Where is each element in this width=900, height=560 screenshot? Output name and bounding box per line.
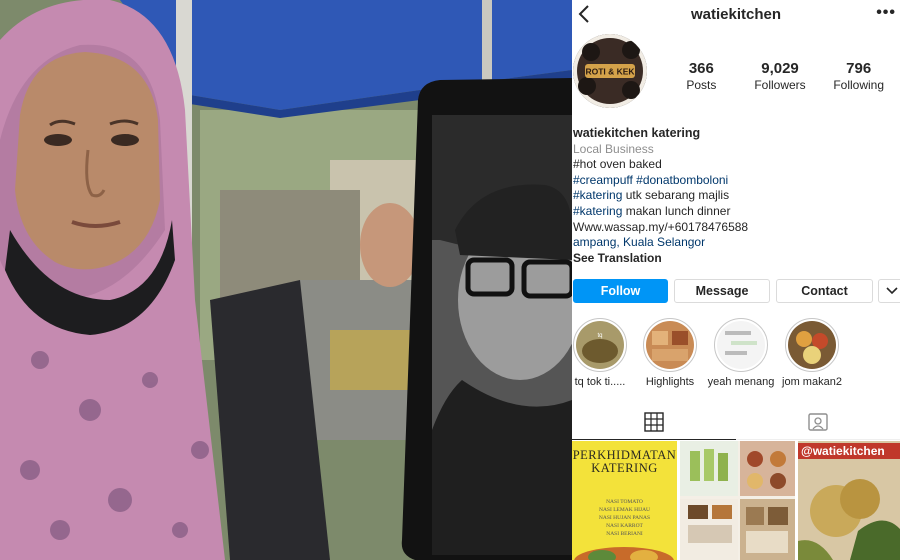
bio-line: #hot oven baked <box>573 157 662 172</box>
business-category: Local Business <box>573 141 654 156</box>
following-count: 796 <box>846 60 872 77</box>
bio-location-link[interactable]: ampang, Kuala Selangor <box>573 235 898 251</box>
bio-website-link[interactable]: Www.wassap.my/+60178476588 <box>573 220 898 236</box>
profile-stats: 366 Posts 9,029 Followers 796 Following <box>662 60 898 94</box>
chevron-down-icon <box>886 287 898 295</box>
post-food-image <box>574 547 674 560</box>
posts-label: Posts <box>686 78 717 92</box>
highlight-ring <box>643 318 697 372</box>
bio-line: #katering utk sebarang majlis <box>573 188 898 204</box>
followers-label: Followers <box>754 78 806 92</box>
news-photo <box>0 0 572 560</box>
post-menu-line: NASI KARROT <box>606 523 643 529</box>
highlight-item[interactable]: jom makan2 <box>776 318 848 388</box>
follow-button[interactable]: Follow <box>573 279 668 303</box>
story-highlights: tq tq tok ti..... Highlights yeah menang <box>572 318 900 390</box>
post-title: PERKHIDMATAN KATERING <box>572 449 677 475</box>
instagram-profile: watiekitchen ••• ROTI & KEK 366 Posts 9,… <box>572 0 900 560</box>
highlight-item[interactable]: tq tq tok ti..... <box>572 318 636 388</box>
post-menu-line: NASI HUJAN PANAS <box>598 515 651 521</box>
post-menu-line: NASI BERIANI <box>606 531 643 537</box>
more-options-icon[interactable]: ••• <box>876 4 896 22</box>
grid-tab[interactable] <box>572 404 736 440</box>
highlight-label: jom makan2 <box>782 376 842 388</box>
post-watermark: @watiekitchen <box>798 443 900 459</box>
post-collage-image <box>680 441 795 560</box>
svg-text:tq: tq <box>597 333 602 339</box>
profile-tabs <box>572 404 900 440</box>
post-tile[interactable]: PERKHIDMATAN KATERING NASI TOMATO NASI L… <box>572 441 677 560</box>
avatar-text: ROTI & KEK <box>585 67 635 77</box>
highlight-label: Highlights <box>645 376 695 388</box>
posts-grid: PERKHIDMATAN KATERING NASI TOMATO NASI L… <box>572 441 900 560</box>
profile-username: watiekitchen <box>690 6 782 23</box>
highlight-item[interactable]: yeah menang <box>705 318 777 388</box>
highlight-label: tq tok ti..... <box>574 376 626 388</box>
tagged-tab[interactable] <box>736 404 900 440</box>
tagged-icon <box>808 413 828 431</box>
message-button[interactable]: Message <box>674 279 770 303</box>
grid-icon <box>644 412 664 432</box>
bio-hashtag-link[interactable]: #katering <box>573 204 622 218</box>
followers-stat[interactable]: 9,029 Followers <box>741 60 820 94</box>
see-translation-link[interactable]: See Translation <box>573 251 898 267</box>
posts-count: 366 <box>688 60 714 77</box>
bio-hashtag-link[interactable]: #katering <box>573 188 622 202</box>
bio-line-text: utk sebarang majlis <box>622 188 730 203</box>
photo-illustration <box>0 0 572 560</box>
highlight-dishes-icon <box>646 321 694 369</box>
following-label: Following <box>833 78 885 92</box>
post-tile[interactable]: @watiekitchen <box>798 441 900 560</box>
contact-button[interactable]: Contact <box>776 279 873 303</box>
highlight-platter-icon <box>788 321 836 369</box>
top-bar: watiekitchen ••• <box>572 0 900 30</box>
highlight-item[interactable]: Highlights <box>634 318 706 388</box>
following-stat[interactable]: 796 Following <box>819 60 898 94</box>
bio-hashtag-line[interactable]: #creampuff #donatbomboloni <box>573 173 898 189</box>
post-tile[interactable] <box>680 441 795 560</box>
profile-actions: Follow Message Contact <box>573 279 900 304</box>
avatar-image: ROTI & KEK <box>573 34 647 108</box>
post-title-line: KATERING <box>591 461 658 475</box>
post-menu-line: NASI LEMAK HIJAU <box>598 507 651 513</box>
highlight-ring <box>785 318 839 372</box>
highlight-label: yeah menang <box>707 376 775 388</box>
followers-count: 9,029 <box>761 60 799 77</box>
posts-stat[interactable]: 366 Posts <box>662 60 741 94</box>
highlight-food-icon: tq <box>576 321 624 369</box>
suggested-accounts-button[interactable] <box>878 279 900 303</box>
bio-line-text: makan lunch dinner <box>622 203 731 218</box>
highlight-ring <box>714 318 768 372</box>
display-name: watiekitchen katering <box>573 126 701 140</box>
bio-line: #katering makan lunch dinner <box>573 204 898 220</box>
profile-bio: watiekitchen katering Local Business #ho… <box>573 126 898 266</box>
avatar[interactable]: ROTI & KEK <box>573 34 647 108</box>
post-menu-line: NASI TOMATO <box>606 499 643 505</box>
highlight-chat-icon <box>717 321 765 369</box>
highlight-ring: tq <box>573 318 627 372</box>
